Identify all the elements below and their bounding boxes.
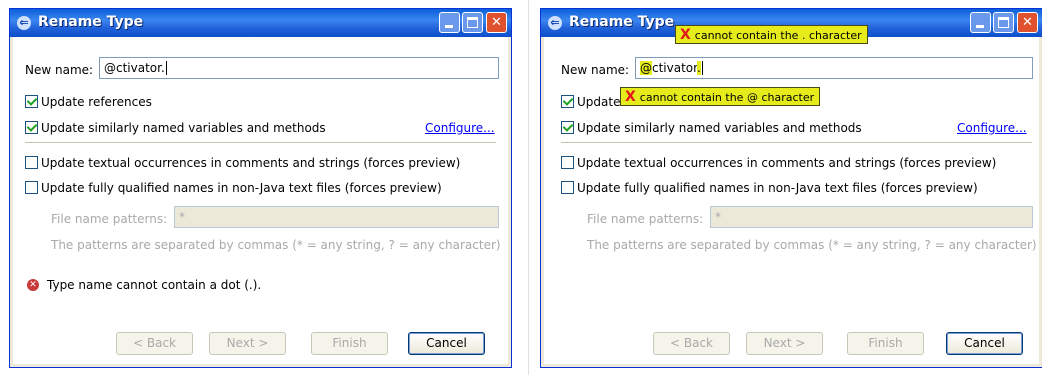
update-references-label: Update references — [41, 95, 152, 109]
error-message: Type name cannot contain a dot (.). — [47, 278, 262, 292]
panel-divider — [528, 0, 529, 375]
update-qualified-label: Update fully qualified names in non-Java… — [41, 181, 442, 195]
new-name-input[interactable]: @ctivator. — [99, 57, 499, 79]
update-textual-label: Update textual occurrences in comments a… — [41, 156, 461, 170]
update-similar-checkbox[interactable] — [561, 121, 574, 134]
update-textual-checkbox[interactable] — [561, 156, 574, 169]
dialog-title: Rename Type — [38, 14, 144, 30]
file-patterns-label: File name patterns: — [51, 212, 168, 226]
dialog-title: Rename Type — [569, 14, 675, 30]
back-button[interactable]: < Back — [116, 332, 193, 355]
tooltip-at-error: Xcannot contain the @ character — [620, 87, 821, 106]
invalid-char-dot: . — [696, 61, 701, 75]
rename-type-dialog-left: ⇐ Rename Type ✕ New name: @ctivator. Upd… — [9, 8, 512, 368]
title-bar[interactable]: ⇐ Rename Type ✕ — [10, 9, 511, 37]
new-name-label: New name: — [25, 63, 94, 77]
file-patterns-label: File name patterns: — [587, 212, 704, 226]
cancel-button[interactable]: Cancel — [946, 332, 1023, 355]
rename-type-dialog-right: ⇐ Rename Type ✕ New name: @ctivator. Upd… — [540, 8, 1042, 368]
maximize-icon[interactable] — [993, 12, 1014, 33]
new-name-label: New name: — [561, 63, 630, 77]
error-circle-icon: ✕ — [27, 279, 39, 291]
update-references-label: Update — [577, 95, 621, 109]
separator — [25, 142, 496, 143]
update-qualified-checkbox[interactable] — [25, 181, 38, 194]
separator — [561, 142, 1032, 143]
configure-link[interactable]: Configure... — [425, 121, 495, 135]
finish-button[interactable]: Finish — [311, 332, 388, 355]
update-textual-label: Update textual occurrences in comments a… — [577, 156, 997, 170]
update-qualified-label: Update fully qualified names in non-Java… — [577, 181, 978, 195]
patterns-hint: The patterns are separated by commas (* … — [587, 238, 1037, 252]
close-icon[interactable]: ✕ — [1017, 12, 1038, 33]
next-button[interactable]: Next > — [209, 332, 286, 355]
back-button[interactable]: < Back — [653, 332, 730, 355]
tooltip-dot-error: Xcannot contain the . character — [675, 25, 868, 44]
patterns-hint: The patterns are separated by commas (* … — [51, 238, 501, 252]
update-references-checkbox[interactable] — [25, 95, 38, 108]
update-references-checkbox[interactable] — [561, 95, 574, 108]
configure-link[interactable]: Configure... — [957, 121, 1027, 135]
update-qualified-checkbox[interactable] — [561, 181, 574, 194]
rename-type-icon: ⇐ — [17, 16, 31, 30]
rename-type-icon: ⇐ — [548, 16, 562, 30]
close-icon[interactable]: ✕ — [486, 12, 507, 33]
invalid-char-at: @ — [640, 61, 652, 75]
error-x-icon: X — [680, 27, 691, 43]
update-similar-checkbox[interactable] — [25, 121, 38, 134]
dialog-body: New name: @ctivator. Update references U… — [13, 37, 508, 364]
update-textual-checkbox[interactable] — [25, 156, 38, 169]
maximize-icon[interactable] — [462, 12, 483, 33]
new-name-input[interactable]: @ctivator. — [635, 57, 1033, 79]
finish-button[interactable]: Finish — [847, 332, 924, 355]
minimize-icon[interactable] — [439, 12, 460, 33]
update-similar-label: Update similarly named variables and met… — [577, 121, 862, 135]
next-button[interactable]: Next > — [746, 332, 823, 355]
cancel-button[interactable]: Cancel — [408, 332, 485, 355]
file-patterns-input[interactable]: * — [174, 206, 499, 228]
minimize-icon[interactable] — [970, 12, 991, 33]
error-x-icon: X — [625, 89, 636, 105]
file-patterns-input[interactable]: * — [710, 206, 1033, 228]
update-similar-label: Update similarly named variables and met… — [41, 121, 326, 135]
